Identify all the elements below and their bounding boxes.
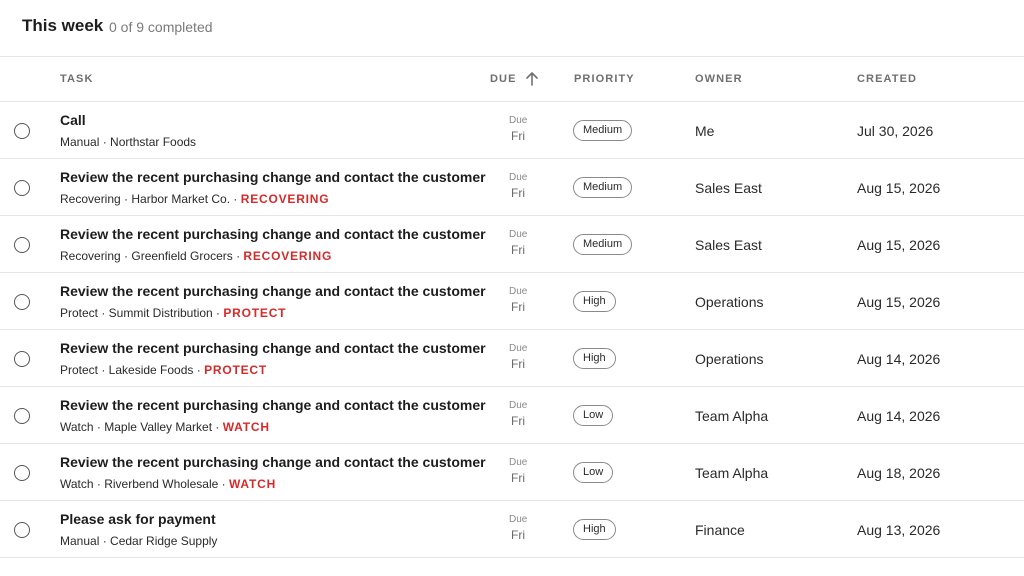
complete-checkbox[interactable] bbox=[14, 180, 30, 196]
page-header: This week 0 of 9 completed bbox=[0, 0, 1024, 57]
due-label: Due bbox=[509, 229, 528, 240]
task-title[interactable]: Review the recent purchasing change and … bbox=[60, 340, 486, 356]
created-date: Aug 15, 2026 bbox=[857, 180, 941, 196]
priority-badge: Medium bbox=[573, 177, 633, 198]
column-header-task[interactable]: TASK bbox=[60, 73, 94, 85]
task-meta: Manual · Cedar Ridge Supply bbox=[60, 534, 217, 548]
table-row[interactable]: Review the recent purchasing change and … bbox=[0, 273, 1024, 330]
priority-badge: Low bbox=[573, 462, 614, 483]
table-row[interactable]: Review the recent purchasing change and … bbox=[0, 444, 1024, 501]
due-day: Fri bbox=[511, 129, 525, 143]
task-title[interactable]: Please ask for payment bbox=[60, 511, 216, 527]
created-date: Aug 15, 2026 bbox=[857, 237, 941, 253]
due-label: Due bbox=[509, 514, 528, 525]
status-tag: RECOVERING bbox=[243, 249, 333, 263]
task-title[interactable]: Review the recent purchasing change and … bbox=[60, 226, 486, 242]
task-meta-text: Watch · Riverbend Wholesale · bbox=[60, 477, 229, 491]
column-header-owner[interactable]: OWNER bbox=[695, 73, 743, 85]
column-header-created[interactable]: CREATED bbox=[857, 73, 917, 85]
task-meta-text: Manual · Northstar Foods bbox=[60, 135, 197, 149]
owner-name: Me bbox=[695, 123, 715, 139]
due-day: Fri bbox=[511, 414, 525, 428]
due-label: Due bbox=[509, 286, 528, 297]
complete-checkbox[interactable] bbox=[14, 465, 30, 481]
task-meta-text: Recovering · Harbor Market Co. · bbox=[60, 192, 241, 206]
complete-checkbox[interactable] bbox=[14, 123, 30, 139]
task-meta: Protect · Lakeside Foods · PROTECT bbox=[60, 363, 267, 377]
owner-name: Sales East bbox=[695, 180, 762, 196]
due-label: Due bbox=[509, 457, 528, 468]
task-meta: Watch · Maple Valley Market · WATCH bbox=[60, 420, 270, 434]
task-meta-text: Protect · Lakeside Foods · bbox=[60, 363, 205, 377]
arrow-up-icon[interactable] bbox=[525, 71, 539, 87]
owner-name: Operations bbox=[695, 294, 764, 310]
table-row[interactable]: Review the recent purchasing change and … bbox=[0, 387, 1024, 444]
due-day: Fri bbox=[511, 243, 525, 257]
task-list: Call Manual · Northstar Foods Due Fri Medium… bbox=[0, 102, 1024, 558]
complete-checkbox[interactable] bbox=[14, 408, 30, 424]
task-meta-text: Watch · Maple Valley Market · bbox=[60, 420, 223, 434]
created-date: Aug 18, 2026 bbox=[857, 465, 941, 481]
status-tag: RECOVERING bbox=[240, 192, 330, 206]
due-label: Due bbox=[509, 343, 528, 354]
table-row[interactable]: Call Manual · Northstar Foods Due Fri Medium… bbox=[0, 102, 1024, 159]
complete-checkbox[interactable] bbox=[14, 294, 30, 310]
owner-name: Team Alpha bbox=[695, 465, 769, 481]
status-tag: PROTECT bbox=[223, 306, 287, 320]
due-day: Fri bbox=[511, 471, 525, 485]
created-date: Aug 13, 2026 bbox=[857, 522, 941, 538]
task-title[interactable]: Review the recent purchasing change and … bbox=[60, 169, 486, 185]
priority-badge: Medium bbox=[573, 120, 633, 141]
column-header-due[interactable]: DUE bbox=[490, 73, 517, 85]
complete-checkbox[interactable] bbox=[14, 351, 30, 367]
priority-badge: High bbox=[573, 291, 616, 312]
created-date: Jul 30, 2026 bbox=[857, 123, 934, 139]
priority-badge: Low bbox=[573, 405, 614, 426]
task-meta: Protect · Summit Distribution · PROTECT bbox=[60, 306, 286, 320]
status-tag: PROTECT bbox=[204, 363, 268, 377]
task-meta-text: Manual · Cedar Ridge Supply bbox=[60, 534, 218, 548]
owner-name: Operations bbox=[695, 351, 764, 367]
priority-badge: High bbox=[573, 348, 616, 369]
completion-count: 0 of 9 completed bbox=[109, 19, 213, 35]
created-date: Aug 14, 2026 bbox=[857, 351, 941, 367]
table-header: TASK DUE PRIORITY OWNER CREATED bbox=[0, 57, 1024, 102]
due-day: Fri bbox=[511, 300, 525, 314]
task-title[interactable]: Review the recent purchasing change and … bbox=[60, 454, 486, 470]
table-row[interactable]: Review the recent purchasing change and … bbox=[0, 159, 1024, 216]
priority-badge: High bbox=[573, 519, 616, 540]
task-meta: Recovering · Greenfield Grocers · RECOVE… bbox=[60, 249, 332, 263]
owner-name: Finance bbox=[695, 522, 745, 538]
status-tag: WATCH bbox=[228, 477, 277, 491]
created-date: Aug 15, 2026 bbox=[857, 294, 941, 310]
owner-name: Team Alpha bbox=[695, 408, 769, 424]
task-title[interactable]: Call bbox=[60, 112, 86, 128]
priority-badge: Medium bbox=[573, 234, 633, 255]
task-meta: Watch · Riverbend Wholesale · WATCH bbox=[60, 477, 276, 491]
task-title[interactable]: Review the recent purchasing change and … bbox=[60, 397, 486, 413]
column-header-priority[interactable]: PRIORITY bbox=[574, 73, 635, 85]
complete-checkbox[interactable] bbox=[14, 522, 30, 538]
due-day: Fri bbox=[511, 186, 525, 200]
table-row[interactable]: Please ask for payment Manual · Cedar Rid… bbox=[0, 501, 1024, 558]
due-label: Due bbox=[509, 115, 528, 126]
page-title: This week bbox=[22, 16, 104, 35]
task-meta: Recovering · Harbor Market Co. · RECOVER… bbox=[60, 192, 329, 206]
task-meta-text: Protect · Summit Distribution · bbox=[60, 306, 224, 320]
task-meta: Manual · Northstar Foods bbox=[60, 135, 196, 149]
due-day: Fri bbox=[511, 528, 525, 542]
table-row[interactable]: Review the recent purchasing change and … bbox=[0, 330, 1024, 387]
table-row[interactable]: Review the recent purchasing change and … bbox=[0, 216, 1024, 273]
created-date: Aug 14, 2026 bbox=[857, 408, 941, 424]
complete-checkbox[interactable] bbox=[14, 237, 30, 253]
owner-name: Sales East bbox=[695, 237, 762, 253]
status-tag: WATCH bbox=[222, 420, 270, 434]
due-label: Due bbox=[509, 400, 528, 411]
task-meta-text: Recovering · Greenfield Grocers · bbox=[60, 249, 244, 263]
due-day: Fri bbox=[511, 357, 525, 371]
due-label: Due bbox=[509, 172, 528, 183]
task-title[interactable]: Review the recent purchasing change and … bbox=[60, 283, 486, 299]
